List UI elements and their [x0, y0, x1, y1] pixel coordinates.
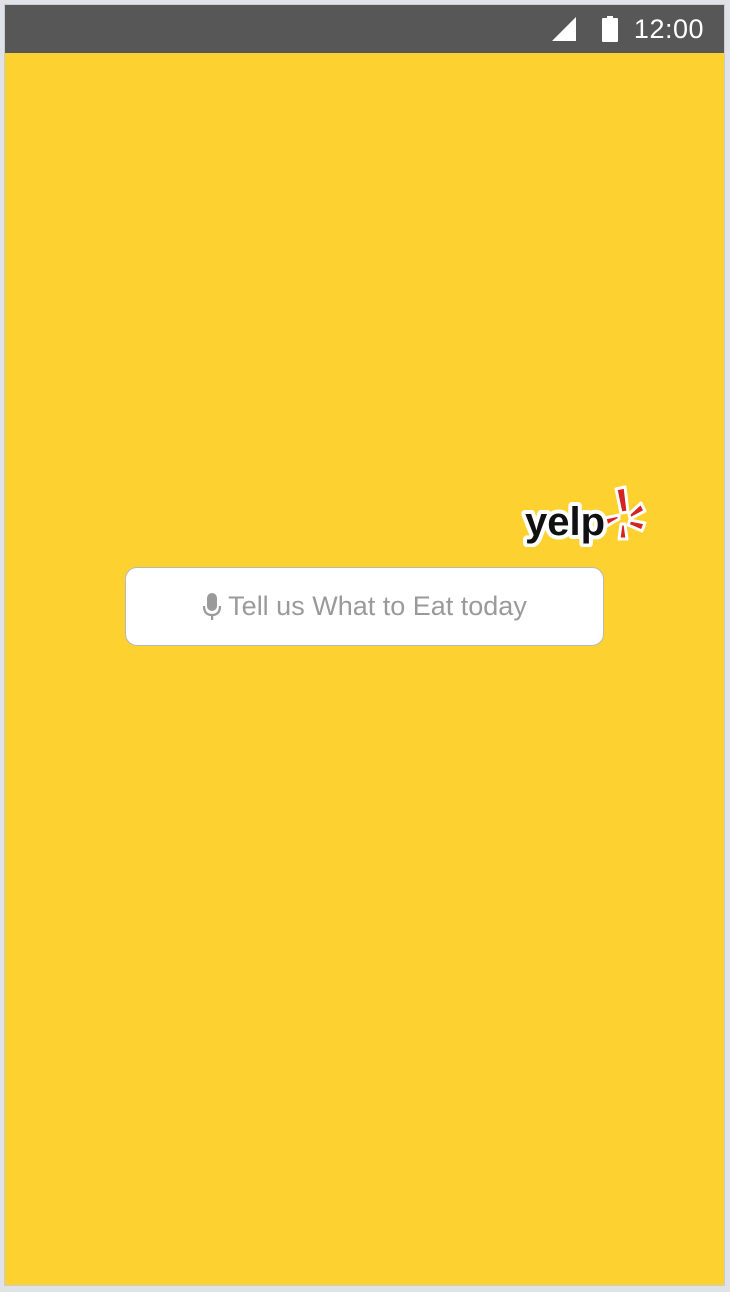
signal-icon — [551, 17, 576, 41]
search-placeholder: Tell us What to Eat today — [228, 591, 527, 621]
svg-text:yelp: yelp — [525, 500, 605, 544]
battery-icon — [601, 16, 618, 42]
yelp-logo: yelp yelp — [521, 485, 647, 547]
phone-screen: 12:00 yelp yelp Tell us What to Eat toda… — [4, 4, 725, 1286]
status-bar: 12:00 — [5, 5, 724, 53]
status-time: 12:00 — [633, 13, 704, 44]
mic-icon[interactable] — [202, 592, 222, 621]
status-icons: 12:00 — [551, 5, 704, 53]
voice-search-box[interactable]: Tell us What to Eat today — [125, 567, 604, 646]
